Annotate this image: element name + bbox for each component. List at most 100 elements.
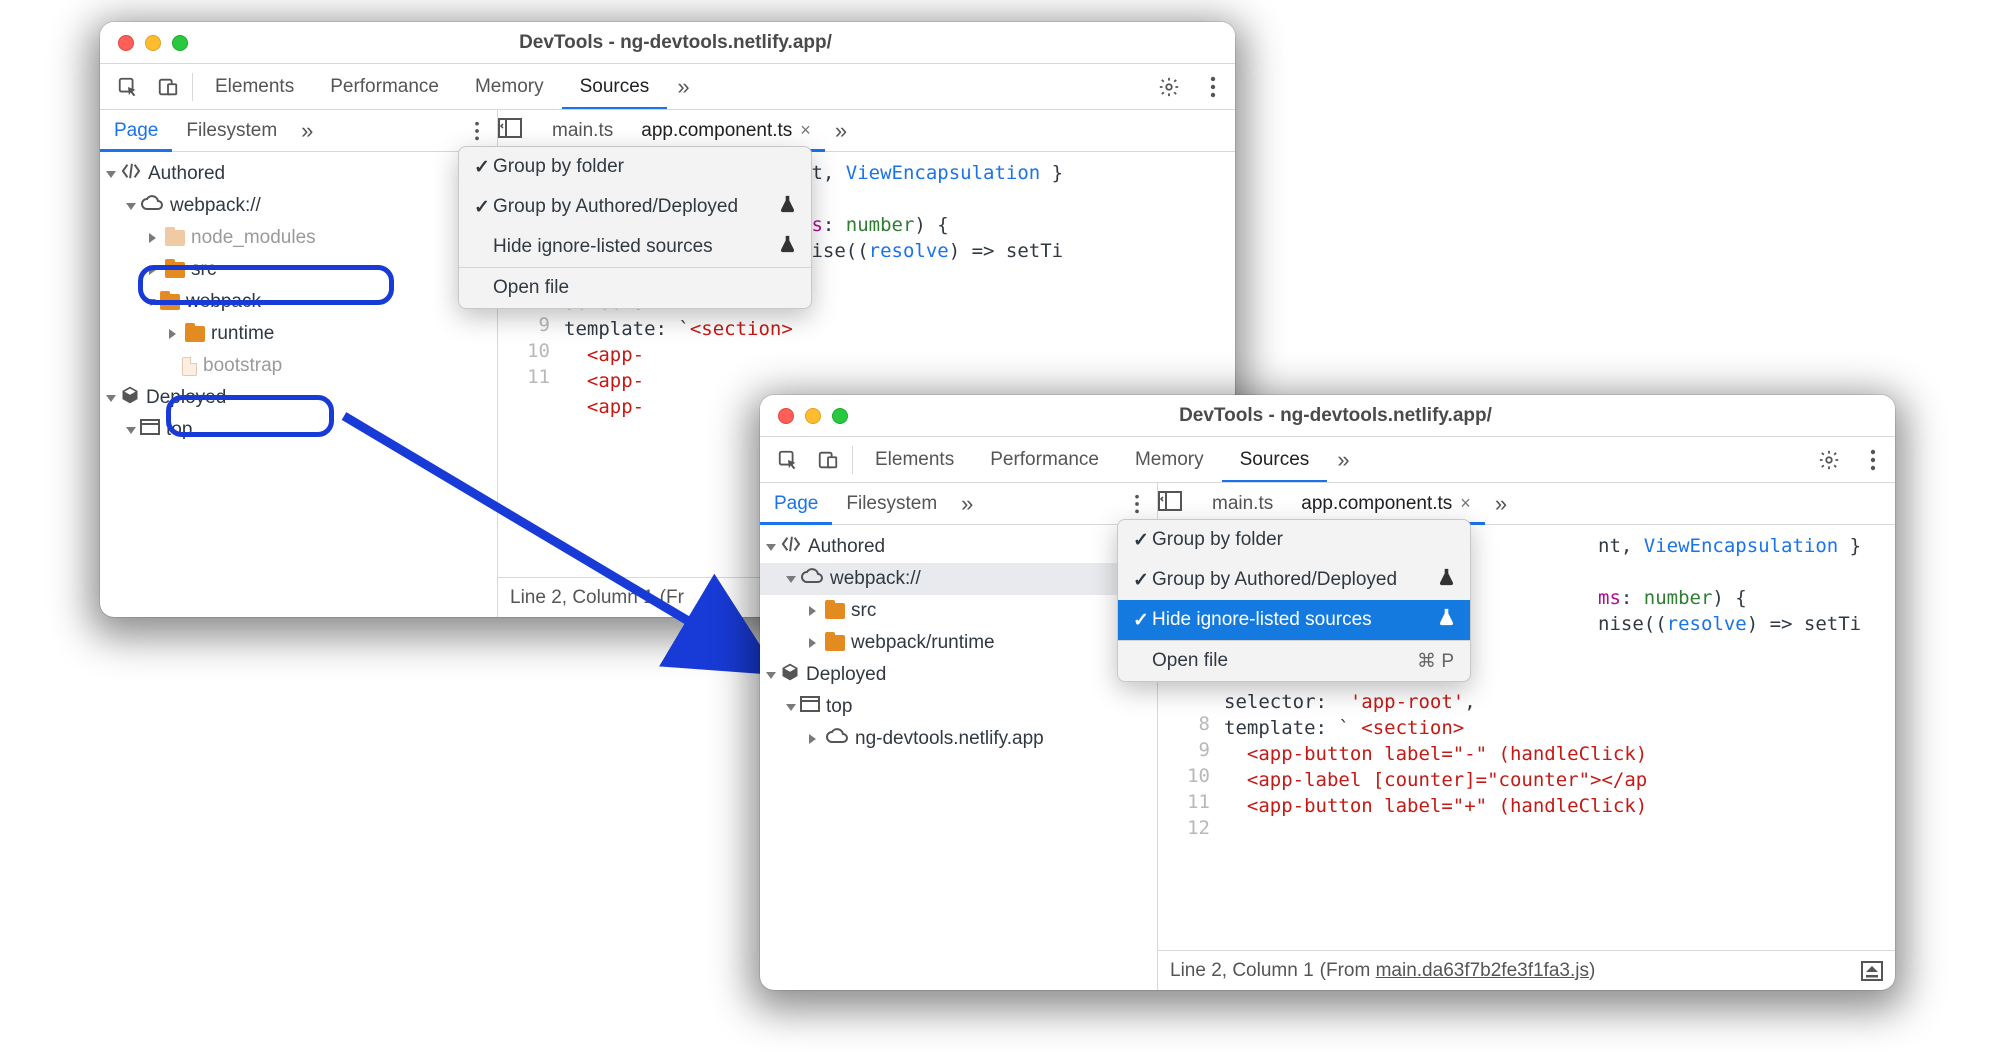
tree-label: webpack:// bbox=[830, 568, 921, 590]
maximize-traffic-light[interactable] bbox=[172, 35, 188, 51]
menu-item-open-file[interactable]: Open file ⌘ P bbox=[1118, 641, 1470, 681]
source-map-link[interactable]: main.da63f7b2fe3f1fa3.js bbox=[1376, 960, 1589, 981]
traffic-lights bbox=[760, 408, 866, 424]
editor-more-tabs-icon[interactable]: » bbox=[825, 118, 857, 144]
menu-item-hide-ignore-listed[interactable]: ✓ Hide ignore-listed sources bbox=[1118, 600, 1470, 640]
more-tabs-icon[interactable]: » bbox=[667, 74, 699, 100]
tree-item-webpack-folder[interactable]: webpack bbox=[100, 286, 497, 318]
tree-label: Deployed bbox=[806, 664, 886, 686]
menu-item-group-authored-deployed[interactable]: ✓ Group by Authored/Deployed bbox=[459, 187, 811, 227]
kebab-menu-icon[interactable] bbox=[1191, 64, 1235, 110]
tab-performance[interactable]: Performance bbox=[972, 437, 1117, 483]
tree-label: top bbox=[166, 419, 192, 441]
menu-item-group-authored-deployed[interactable]: ✓ Group by Authored/Deployed bbox=[1118, 560, 1470, 600]
minimize-traffic-light[interactable] bbox=[145, 35, 161, 51]
tree-item-webpack-runtime[interactable]: webpack/runtime bbox=[760, 627, 1157, 659]
editor-tab-label: main.ts bbox=[1212, 493, 1273, 515]
tree-item-src[interactable]: src bbox=[100, 254, 497, 286]
flask-icon bbox=[780, 235, 795, 259]
titlebar: DevTools - ng-devtools.netlify.app/ bbox=[760, 395, 1895, 437]
menu-item-group-folder[interactable]: ✓ Group by folder bbox=[1118, 520, 1470, 560]
divider bbox=[192, 73, 193, 101]
tree-item-deployed[interactable]: Deployed bbox=[100, 382, 497, 414]
tree-item-webpack-root[interactable]: webpack:// bbox=[100, 190, 497, 222]
menu-item-group-folder[interactable]: ✓ Group by folder bbox=[459, 147, 811, 187]
file-tree[interactable]: Authored webpack:// src we bbox=[760, 525, 1157, 990]
main-tabs-bar: Elements Performance Memory Sources » bbox=[760, 437, 1895, 483]
tab-memory[interactable]: Memory bbox=[1117, 437, 1222, 483]
sidebar-more-tabs-icon[interactable]: » bbox=[291, 118, 323, 144]
sidebar-tabs: Page Filesystem » bbox=[100, 110, 497, 152]
tree-item-bootstrap[interactable]: bootstrap bbox=[100, 350, 497, 382]
tree-label: webpack bbox=[186, 291, 261, 313]
tab-memory[interactable]: Memory bbox=[457, 64, 562, 110]
menu-shortcut: ⌘ P bbox=[1417, 650, 1454, 673]
frame-icon bbox=[140, 419, 160, 441]
menu-item-hide-ignore-listed[interactable]: Hide ignore-listed sources bbox=[459, 227, 811, 267]
navigator-toggle-icon[interactable] bbox=[1158, 491, 1198, 517]
settings-icon[interactable] bbox=[1807, 437, 1851, 483]
tab-sources[interactable]: Sources bbox=[562, 64, 668, 110]
close-icon[interactable]: × bbox=[800, 120, 811, 141]
folder-icon bbox=[825, 635, 845, 651]
tree-label: Authored bbox=[808, 536, 885, 558]
editor-more-tabs-icon[interactable]: » bbox=[1485, 491, 1517, 517]
tree-item-webpack-root[interactable]: webpack:// bbox=[760, 563, 1157, 595]
traffic-lights bbox=[100, 35, 206, 51]
frame-icon bbox=[800, 696, 820, 718]
tree-item-ngdevtools[interactable]: ng-devtools.netlify.app bbox=[760, 723, 1157, 755]
tab-elements[interactable]: Elements bbox=[857, 437, 972, 483]
tree-item-top[interactable]: top bbox=[760, 691, 1157, 723]
eject-icon[interactable] bbox=[1861, 961, 1883, 981]
menu-item-open-file[interactable]: Open file bbox=[459, 268, 811, 308]
inspect-element-icon[interactable] bbox=[768, 437, 808, 483]
editor-tab-label: app.component.ts bbox=[641, 120, 792, 142]
editor-tab-label: app.component.ts bbox=[1301, 493, 1452, 515]
tab-elements[interactable]: Elements bbox=[197, 64, 312, 110]
sidebar-tab-filesystem[interactable]: Filesystem bbox=[172, 110, 291, 152]
tree-label: src bbox=[851, 600, 876, 622]
flask-icon bbox=[780, 195, 795, 219]
sidebar-tab-page[interactable]: Page bbox=[760, 483, 832, 525]
status-source: (Fr bbox=[660, 587, 684, 609]
tab-performance[interactable]: Performance bbox=[312, 64, 457, 110]
tree-item-node-modules[interactable]: node_modules bbox=[100, 222, 497, 254]
close-icon[interactable]: × bbox=[1460, 493, 1471, 514]
device-toolbar-icon[interactable] bbox=[808, 437, 848, 483]
window-title: DevTools - ng-devtools.netlify.app/ bbox=[866, 405, 1895, 427]
maximize-traffic-light[interactable] bbox=[832, 408, 848, 424]
tree-item-top[interactable]: top bbox=[100, 414, 497, 446]
folder-icon bbox=[165, 230, 185, 246]
sidebar-tabs: Page Filesystem » bbox=[760, 483, 1157, 525]
device-toolbar-icon[interactable] bbox=[148, 64, 188, 110]
context-menu[interactable]: ✓ Group by folder ✓ Group by Authored/De… bbox=[1117, 519, 1471, 682]
close-traffic-light[interactable] bbox=[118, 35, 134, 51]
minimize-traffic-light[interactable] bbox=[805, 408, 821, 424]
tree-item-runtime[interactable]: runtime bbox=[100, 318, 497, 350]
folder-icon bbox=[160, 294, 180, 310]
tab-sources[interactable]: Sources bbox=[1222, 437, 1328, 483]
status-position: Line 2, Column 1 bbox=[1170, 960, 1314, 982]
tree-item-deployed[interactable]: Deployed bbox=[760, 659, 1157, 691]
file-tree[interactable]: Authored webpack:// node_modules bbox=[100, 152, 497, 617]
settings-icon[interactable] bbox=[1147, 64, 1191, 110]
tree-item-authored[interactable]: Authored bbox=[760, 531, 1157, 563]
box-icon bbox=[780, 662, 800, 688]
sidebar-more-tabs-icon[interactable]: » bbox=[951, 491, 983, 517]
inspect-element-icon[interactable] bbox=[108, 64, 148, 110]
more-tabs-icon[interactable]: » bbox=[1327, 447, 1359, 473]
code-bracket-icon bbox=[780, 535, 802, 559]
box-icon bbox=[120, 385, 140, 411]
tree-item-src[interactable]: src bbox=[760, 595, 1157, 627]
file-icon bbox=[182, 357, 197, 376]
cloud-icon bbox=[140, 195, 164, 217]
context-menu[interactable]: ✓ Group by folder ✓ Group by Authored/De… bbox=[458, 146, 812, 309]
sidebar-tab-page[interactable]: Page bbox=[100, 110, 172, 152]
tree-item-authored[interactable]: Authored bbox=[100, 158, 497, 190]
sidebar-tab-filesystem[interactable]: Filesystem bbox=[832, 483, 951, 525]
close-traffic-light[interactable] bbox=[778, 408, 794, 424]
checkmark-icon: ✓ bbox=[471, 196, 493, 219]
navigator-toggle-icon[interactable] bbox=[498, 118, 538, 144]
flask-icon bbox=[1439, 608, 1454, 632]
kebab-menu-icon[interactable] bbox=[1851, 437, 1895, 483]
